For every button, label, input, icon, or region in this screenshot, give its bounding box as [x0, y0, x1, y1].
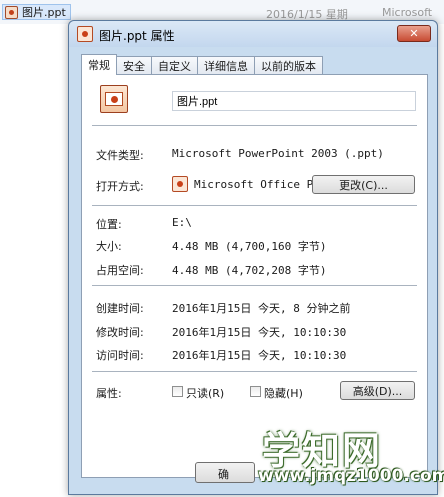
- created-value: 2016年1月15日 今天, 8 分钟之前: [172, 302, 351, 315]
- general-tab-panel: 文件类型: Microsoft PowerPoint 2003 (.ppt) 打…: [81, 74, 428, 478]
- divider: [92, 371, 417, 372]
- accessed-value: 2016年1月15日 今天, 10:10:30: [172, 349, 347, 362]
- size-label: 大小:: [96, 240, 122, 253]
- advanced-button[interactable]: 高级(D)...: [340, 381, 415, 400]
- modified-label: 修改时间:: [96, 326, 144, 339]
- ppt-file-icon: [77, 26, 93, 42]
- explorer-file-name: 图片.ppt: [22, 6, 66, 19]
- explorer-type-column: Microsoft: [382, 6, 433, 19]
- tab-previous-versions[interactable]: 以前的版本: [254, 56, 323, 74]
- file-type-value: Microsoft PowerPoint 2003 (.ppt): [172, 147, 384, 160]
- file-type-label: 文件类型:: [96, 149, 144, 162]
- location-value: E:\: [172, 216, 192, 229]
- divider: [92, 125, 417, 126]
- powerpoint-app-icon: [172, 176, 188, 192]
- tab-security[interactable]: 安全: [116, 56, 152, 74]
- attributes-label: 属性:: [96, 387, 122, 400]
- accessed-label: 访问时间:: [96, 349, 144, 362]
- tab-strip: 常规 安全 自定义 详细信息 以前的版本: [81, 54, 323, 75]
- modified-value: 2016年1月15日 今天, 10:10:30: [172, 326, 347, 339]
- divider: [92, 285, 417, 286]
- tab-details[interactable]: 详细信息: [197, 56, 255, 74]
- ppt-file-icon: [5, 5, 18, 19]
- close-button[interactable]: ✕: [397, 25, 431, 42]
- change-button[interactable]: 更改(C)...: [312, 175, 415, 194]
- location-label: 位置:: [96, 218, 122, 231]
- properties-dialog: 图片.ppt 属性 ✕ 常规 安全 自定义 详细信息 以前的版本 文件类型: M…: [68, 20, 438, 495]
- size-value: 4.48 MB (4,700,160 字节): [172, 240, 327, 253]
- dialog-titlebar[interactable]: 图片.ppt 属性 ✕: [69, 21, 437, 47]
- readonly-checkbox[interactable]: [172, 386, 183, 397]
- size-on-disk-label: 占用空间:: [96, 264, 144, 277]
- explorer-file-item[interactable]: 图片.ppt: [2, 4, 71, 20]
- file-name-input[interactable]: [172, 91, 416, 111]
- ppt-document-icon: [100, 85, 128, 113]
- close-icon: ✕: [409, 27, 419, 40]
- divider: [92, 205, 417, 206]
- open-with-value: Microsoft Office Po: [194, 178, 312, 191]
- ok-button[interactable]: 确: [195, 462, 255, 483]
- open-with-label: 打开方式:: [96, 180, 144, 193]
- size-on-disk-value: 4.48 MB (4,702,208 字节): [172, 264, 327, 277]
- tab-general[interactable]: 常规: [81, 54, 117, 75]
- readonly-label: 只读(R): [186, 387, 225, 400]
- hidden-checkbox[interactable]: [250, 386, 261, 397]
- dialog-title: 图片.ppt 属性: [99, 29, 175, 43]
- hidden-label: 隐藏(H): [264, 387, 303, 400]
- created-label: 创建时间:: [96, 302, 144, 315]
- tab-custom[interactable]: 自定义: [151, 56, 198, 74]
- watermark-url: www.jmqz1000.com: [258, 466, 444, 486]
